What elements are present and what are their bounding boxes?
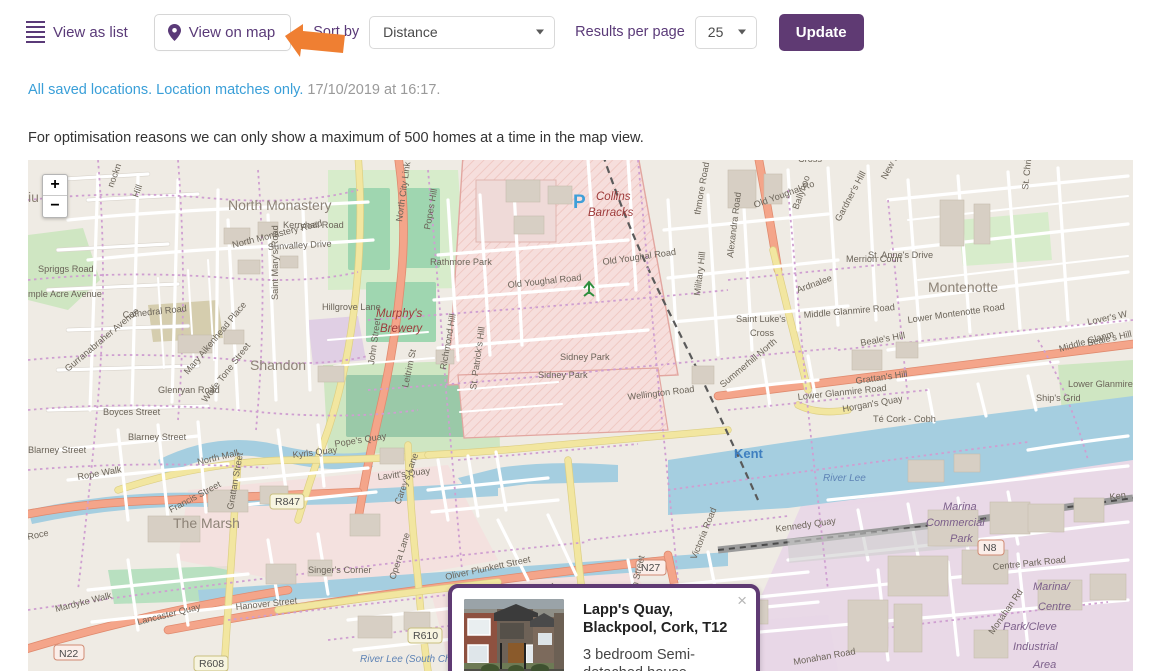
results-toolbar: View as list View on map Sort by Distanc… [26, 10, 1126, 54]
results-per-page-label: Results per page [575, 24, 685, 40]
results-per-page-select[interactable]: 25 [695, 16, 757, 49]
map-label: River Lee [823, 473, 866, 484]
view-as-list-button[interactable]: View as list [26, 15, 132, 50]
svg-text:N8: N8 [983, 542, 997, 554]
results-timestamp: 17/10/2019 at 16:17. [307, 82, 440, 98]
map-label: Industrial [1013, 641, 1058, 653]
map-label: Cross [798, 160, 822, 164]
map-label: Té Cork - Cobh [873, 414, 936, 424]
map-canvas[interactable]: .rd { stroke:#ffffff; stroke-width:3.2; … [28, 160, 1133, 671]
map-label: Sidney Park [560, 352, 610, 362]
map-label: Shandon [250, 357, 306, 373]
road-shield-r847: R847 [270, 494, 304, 509]
map-label: Barracks [588, 207, 634, 219]
map-label: Area [1032, 659, 1056, 671]
svg-text:R610: R610 [413, 630, 438, 642]
property-info-popup[interactable]: × [448, 584, 760, 671]
road-shield-r610: R610 [408, 628, 442, 643]
saved-locations-line: All saved locations. Location matches on… [28, 82, 440, 98]
svg-text:R847: R847 [275, 496, 300, 508]
chevron-down-icon [536, 30, 544, 35]
map-label: Marina [943, 501, 977, 513]
property-description-line2: detached house [583, 665, 687, 671]
map-label: Marina/ [1033, 581, 1071, 593]
property-description-line1: 3 bedroom Semi- [583, 647, 695, 663]
results-per-page-value: 25 [696, 24, 724, 40]
sort-by-value: Distance [370, 24, 450, 40]
view-on-map-button[interactable]: View on map [154, 14, 291, 51]
map-label: Collins [596, 191, 631, 203]
zoom-in-button[interactable]: + [43, 175, 67, 196]
property-address-line2: Blackpool, Cork, T12 [583, 620, 727, 636]
map-label: Sidney Park [538, 370, 588, 380]
map-zoom-controls[interactable]: + − [42, 174, 68, 218]
map-label: Centre [1038, 601, 1071, 613]
view-on-map-label: View on map [189, 24, 275, 41]
close-icon[interactable]: × [737, 592, 747, 609]
list-icon [26, 21, 45, 44]
map-pin-icon [168, 24, 181, 41]
property-address-line1: Lapp's Quay, [583, 602, 673, 618]
map-label: Montenotte [928, 279, 998, 295]
svg-text:R608: R608 [199, 658, 224, 670]
property-description: 3 bedroom Semi- detached house [583, 646, 744, 671]
view-as-list-label: View as list [53, 24, 128, 41]
property-address: Lapp's Quay, Blackpool, Cork, T12 [583, 601, 744, 637]
property-thumbnail[interactable] [464, 599, 564, 671]
map-label: The Marsh [173, 515, 240, 531]
map-label: Park [950, 533, 973, 545]
map-label: Boyces Street [103, 407, 161, 417]
property-info: Lapp's Quay, Blackpool, Cork, T12 3 bedr… [583, 600, 744, 671]
road-shield-n8: N8 [978, 540, 1004, 555]
optimisation-notice: For optimisation reasons we can only sho… [28, 130, 644, 146]
map-label: Lower Glanmire R [1068, 379, 1133, 389]
zoom-out-button[interactable]: − [43, 196, 67, 217]
chevron-down-icon [738, 30, 746, 35]
update-button[interactable]: Update [779, 14, 864, 51]
map-label: Murphy's [376, 308, 423, 320]
sort-by-label: Sort by [313, 24, 359, 40]
map-label: Singer's Corner [308, 565, 372, 575]
saved-locations-link[interactable]: All saved locations. Location matches on… [28, 82, 303, 98]
map-label: Saint Luke's [736, 314, 786, 324]
map-label: Rathmore Park [430, 257, 492, 267]
map-label: Commercial [926, 517, 985, 529]
parking-icon: P [573, 192, 586, 213]
map-search-page: View as list View on map Sort by Distanc… [0, 0, 1151, 671]
map-label: mple Acre Avenue [28, 289, 102, 299]
map-label: Ship's Grid [1036, 393, 1081, 403]
map-label: Hillgrove Lane [322, 302, 381, 312]
sort-by-select[interactable]: Distance [369, 16, 555, 49]
map-label: Merrion Court [846, 254, 903, 264]
map-label: Saint Mary's Road [270, 225, 280, 300]
svg-text:N22: N22 [59, 648, 78, 660]
road-shield-n22: N22 [54, 645, 84, 660]
map-label: Blarney Street [128, 432, 187, 442]
map-label: Blarney Street [28, 445, 87, 455]
map-label: Spriggs Road [38, 264, 94, 274]
map-label: North Monastery [228, 197, 331, 213]
map-label: Kent [734, 446, 764, 461]
road-shield-r608: R608 [194, 656, 228, 671]
map-label: Park/Cleve [1003, 621, 1057, 633]
map-label: Brewery [380, 323, 423, 335]
